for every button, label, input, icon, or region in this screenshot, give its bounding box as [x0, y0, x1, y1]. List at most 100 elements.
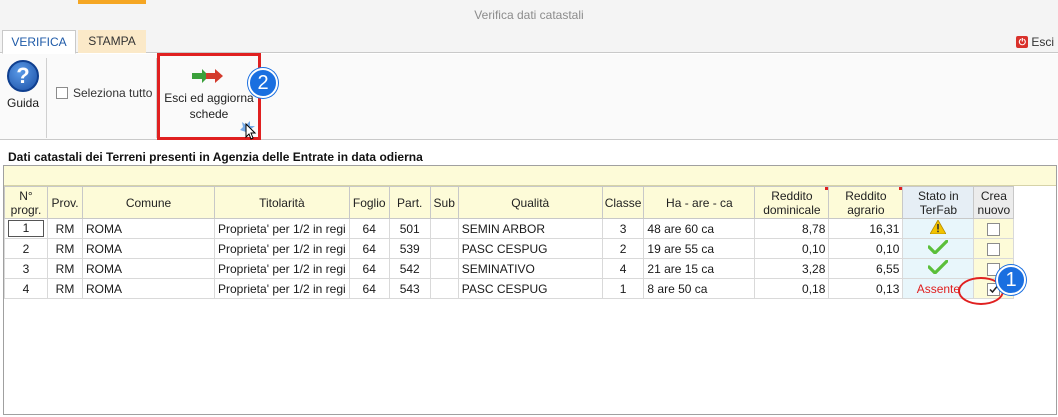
- sub-cell: [429, 238, 459, 259]
- titolarita-cell: Proprieta' per 1/2 in regi: [214, 218, 350, 239]
- filter-row[interactable]: [4, 166, 1056, 186]
- agrario-cell: 16,31: [828, 218, 904, 239]
- crea-cell[interactable]: [973, 238, 1015, 259]
- agrario-cell: 0,13: [828, 278, 904, 299]
- dominicale-cell: 0,10: [754, 238, 830, 259]
- callout-badge-1: 1: [996, 265, 1026, 295]
- ha-cell: 21 are 15 ca: [643, 258, 756, 279]
- col-header-ha[interactable]: Ha - are - ca: [643, 186, 756, 219]
- part-cell: 542: [388, 258, 431, 279]
- tab-strip: VERIFICA STAMPA: [0, 30, 1058, 54]
- titolarita-cell: Proprieta' per 1/2 in regi: [214, 278, 350, 299]
- cursor-icon: [238, 118, 262, 142]
- part-cell: 501: [388, 218, 431, 239]
- col-header-qualita[interactable]: Qualità: [457, 186, 603, 219]
- row-number-cell[interactable]: 3: [4, 258, 48, 279]
- select-all-checkbox[interactable]: Seleziona tutto: [56, 86, 152, 100]
- comune-cell: ROMA: [82, 258, 215, 279]
- col-header-part[interactable]: Part.: [388, 186, 431, 219]
- dominicale-cell: 3,28: [754, 258, 830, 279]
- section-title: Dati catastali dei Terreni presenti in A…: [8, 150, 423, 164]
- qualita-cell: PASC CESPUG: [457, 238, 603, 259]
- crea-nuovo-checkbox[interactable]: [987, 242, 1001, 256]
- table-row[interactable]: 3 RM ROMA Proprieta' per 1/2 in regi 64 …: [4, 258, 1015, 279]
- sub-cell: [429, 218, 459, 239]
- check-icon: [927, 239, 949, 255]
- toolbar-divider: [46, 58, 47, 138]
- part-cell: 539: [388, 238, 431, 259]
- col-header-comune[interactable]: Comune: [82, 186, 215, 219]
- col-header-titolarita[interactable]: Titolarità: [214, 186, 350, 219]
- help-button[interactable]: ? Guida: [6, 60, 40, 110]
- row-number: 1: [8, 220, 44, 237]
- prov-cell: RM: [47, 278, 83, 299]
- col-header-foglio[interactable]: Foglio: [348, 186, 390, 219]
- agrario-cell: 6,55: [828, 258, 904, 279]
- crea-cell[interactable]: [973, 218, 1015, 239]
- col-header-sub[interactable]: Sub: [429, 186, 459, 219]
- col-header-n[interactable]: N° progr.: [4, 186, 48, 219]
- double-arrow-right-icon: [192, 68, 226, 84]
- crea-nuovo-checkbox[interactable]: [987, 222, 1001, 236]
- row-number: 2: [22, 241, 30, 256]
- dominicale-cell: 0,18: [754, 278, 830, 299]
- exit-label: Esci: [1031, 35, 1054, 49]
- agrario-cell: 0,10: [828, 238, 904, 259]
- foglio-cell: 64: [348, 258, 390, 279]
- window-title: Verifica dati catastali: [474, 8, 584, 22]
- callout-badge-2: 2: [248, 68, 278, 98]
- col-header-prov[interactable]: Prov.: [47, 186, 83, 219]
- foglio-cell: 64: [348, 218, 390, 239]
- row-number: 3: [22, 261, 30, 276]
- col-header-classe[interactable]: Classe: [601, 186, 645, 219]
- ha-cell: 48 are 60 ca: [643, 218, 756, 239]
- qualita-cell: SEMIN ARBOR: [457, 218, 603, 239]
- cadastral-table: N° progr. Prov. Comune Titolarità Foglio…: [4, 186, 1015, 299]
- prov-cell: RM: [47, 218, 83, 239]
- comune-cell: ROMA: [82, 218, 215, 239]
- classe-cell: 4: [601, 258, 645, 279]
- table-row[interactable]: 2 RM ROMA Proprieta' per 1/2 in regi 64 …: [4, 238, 1015, 259]
- table-row[interactable]: 1 RM ROMA Proprieta' per 1/2 in regi 64 …: [4, 218, 1015, 239]
- sub-cell: [429, 258, 459, 279]
- exit-button[interactable]: ⏻ Esci: [1016, 35, 1054, 49]
- row-number-cell[interactable]: 4: [4, 278, 48, 299]
- title-bar: Verifica dati catastali: [0, 0, 1058, 30]
- cadastral-grid: N° progr. Prov. Comune Titolarità Foglio…: [3, 165, 1057, 415]
- classe-cell: 1: [601, 278, 645, 299]
- comune-cell: ROMA: [82, 278, 215, 299]
- classe-cell: 2: [601, 238, 645, 259]
- classe-cell: 3: [601, 218, 645, 239]
- foglio-cell: 64: [348, 238, 390, 259]
- titolarita-cell: Proprieta' per 1/2 in regi: [214, 238, 350, 259]
- row-number-cell[interactable]: 2: [4, 238, 48, 259]
- ha-cell: 8 are 50 ca: [643, 278, 756, 299]
- comune-cell: ROMA: [82, 238, 215, 259]
- qualita-cell: SEMINATIVO: [457, 258, 603, 279]
- sub-cell: [429, 278, 459, 299]
- tab-verifica[interactable]: VERIFICA: [2, 30, 76, 54]
- titolarita-cell: Proprieta' per 1/2 in regi: [214, 258, 350, 279]
- stato-cell: [902, 238, 975, 259]
- table-row[interactable]: 4 RM ROMA Proprieta' per 1/2 in regi 64 …: [4, 278, 1015, 299]
- tab-stampa[interactable]: STAMPA: [78, 30, 146, 53]
- toolbar: ? Guida Seleziona tutto Esci ed aggiorna…: [0, 53, 1058, 140]
- row-number-cell[interactable]: 1: [4, 218, 48, 239]
- stampa-tab-accent: [78, 0, 146, 4]
- warning-icon: [929, 219, 948, 235]
- checkbox-icon[interactable]: [56, 87, 68, 99]
- prov-cell: RM: [47, 238, 83, 259]
- row-number: 4: [22, 281, 30, 296]
- col-header-crea[interactable]: Crea nuovo: [973, 186, 1015, 219]
- check-icon: [927, 259, 949, 275]
- col-header-stato[interactable]: Stato in TerFab: [902, 186, 975, 219]
- foglio-cell: 64: [348, 278, 390, 299]
- qualita-cell: PASC CESPUG: [457, 278, 603, 299]
- help-label: Guida: [6, 96, 40, 110]
- ha-cell: 19 are 55 ca: [643, 238, 756, 259]
- col-header-dominicale[interactable]: Reddito dominicale: [754, 186, 830, 219]
- question-icon: ?: [7, 60, 39, 92]
- dominicale-cell: 8,78: [754, 218, 830, 239]
- table-header-row: N° progr. Prov. Comune Titolarità Foglio…: [4, 186, 1015, 219]
- col-header-agrario[interactable]: Reddito agrario: [828, 186, 904, 219]
